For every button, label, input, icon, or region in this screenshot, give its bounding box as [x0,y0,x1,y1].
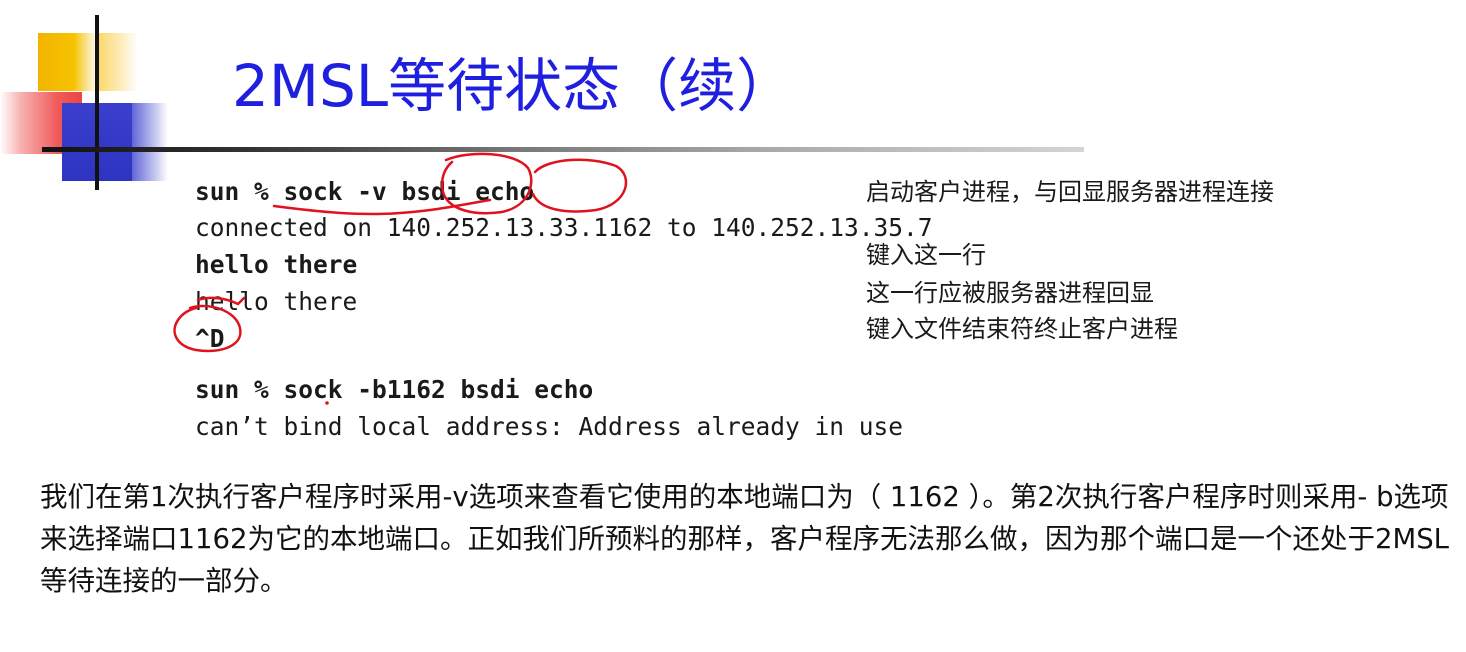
annotation-eof: 键入文件结束符终止客户进程 [866,315,1178,343]
explanation-paragraph: 我们在第1次执行客户程序时采用-v选项来查看它使用的本地端口为（ 1162 ）。… [40,481,1449,597]
terminal-line-echo: hello there [195,287,358,316]
logo-yellow-fade [98,33,138,91]
logo-blue-fade [132,103,168,181]
logo-vertical-rule [95,15,99,190]
terminal-line-eof: ^D [195,324,225,353]
slide: 2MSL等待状态（续） sun % sock -v bsdi echo conn… [0,0,1466,652]
logo-yellow-square [38,33,98,91]
annotation-type-line: 键入这一行 [866,241,986,269]
terminal-line-command-1: sun % sock -v bsdi echo [195,177,535,206]
title-underline-rule [42,147,1084,152]
circle-echo [531,158,628,213]
terminal-line-input: hello there [195,250,358,279]
annotation-echo-line: 这一行应被服务器进程回显 [866,279,1154,307]
terminal-line-command-2: sun % sock -b1162 bsdi echo [195,375,594,404]
annotation-start-client: 启动客户进程，与回显服务器进程连接 [866,178,1274,206]
slide-title: 2MSL等待状态（续） [232,52,795,120]
terminal-line-connected: connected on 140.252.13.33.1162 to 140.2… [195,213,933,242]
terminal-line-error: can’t bind local address: Address alread… [195,412,904,441]
